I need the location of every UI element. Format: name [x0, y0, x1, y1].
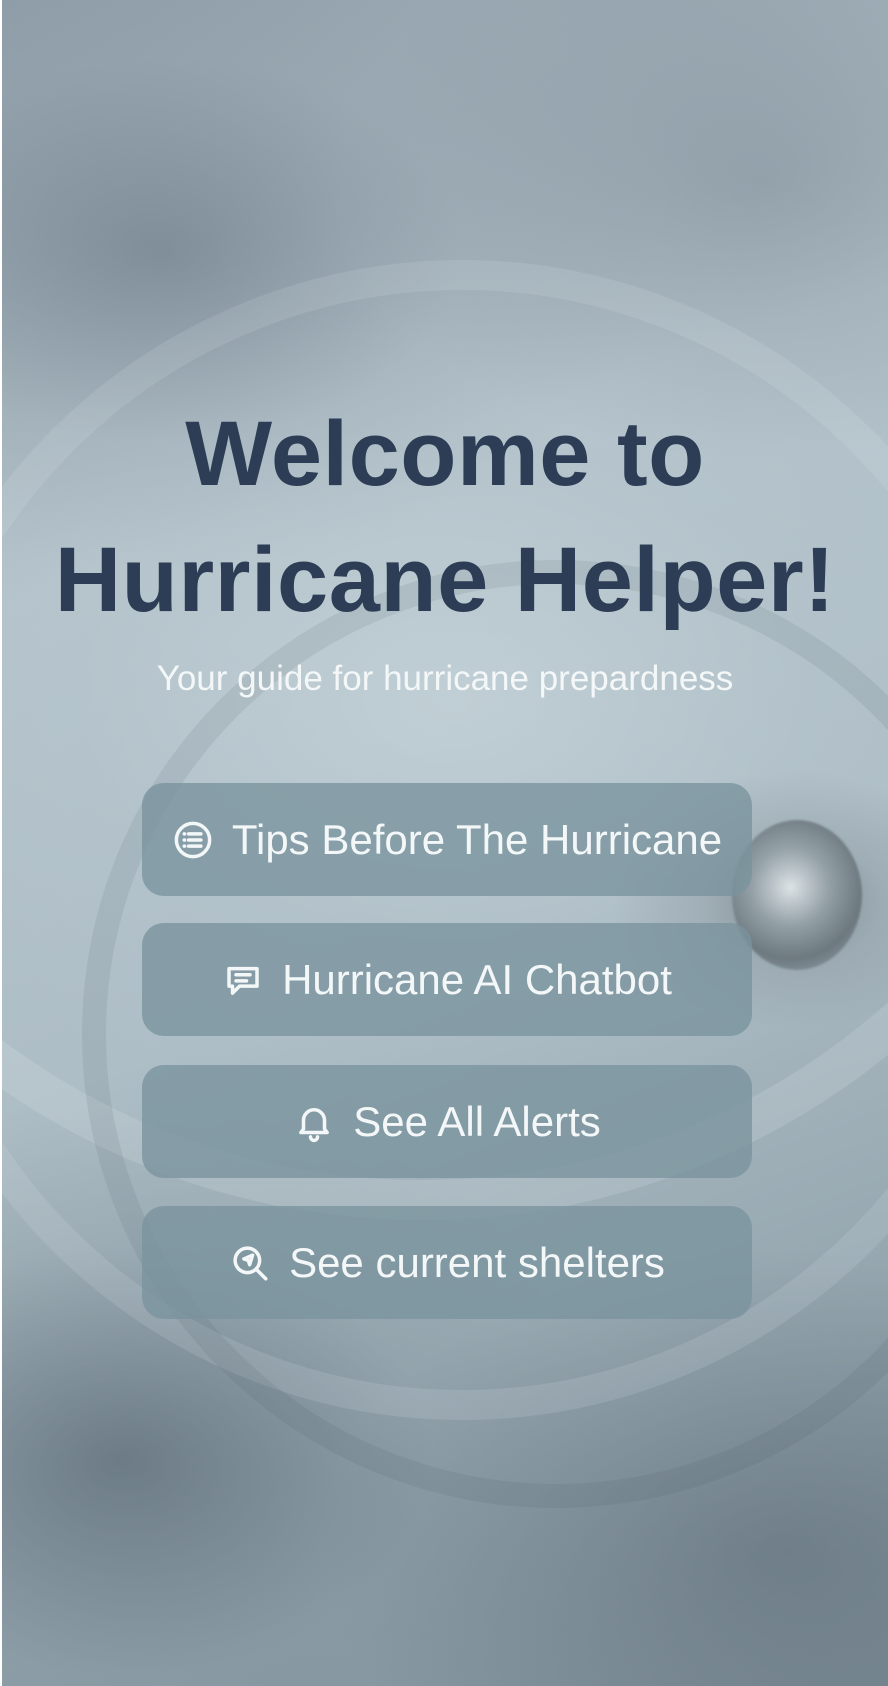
welcome-subtitle: Your guide for hurricane prepardness [156, 659, 734, 698]
chatbot-button-label: Hurricane AI Chatbot [282, 955, 672, 1003]
welcome-title-line-1: Welcome to [185, 403, 705, 505]
tips-before-hurricane-button[interactable]: Tips Before The Hurricane [142, 783, 752, 896]
chat-bubble-icon [222, 959, 264, 1001]
home-screen: Welcome to Hurricane Helper! Your guide … [2, 0, 888, 1686]
hurricane-ai-chatbot-button[interactable]: Hurricane AI Chatbot [142, 923, 752, 1036]
shelters-button-label: See current shelters [289, 1238, 665, 1286]
list-circle-icon [172, 819, 214, 861]
welcome-title-line-2: Hurricane Helper! [54, 529, 836, 631]
bell-icon [293, 1101, 335, 1143]
location-search-icon [229, 1242, 271, 1284]
see-current-shelters-button[interactable]: See current shelters [142, 1206, 752, 1319]
see-all-alerts-button[interactable]: See All Alerts [142, 1065, 752, 1178]
tips-button-label: Tips Before The Hurricane [231, 815, 723, 863]
alerts-button-label: See All Alerts [353, 1097, 601, 1145]
